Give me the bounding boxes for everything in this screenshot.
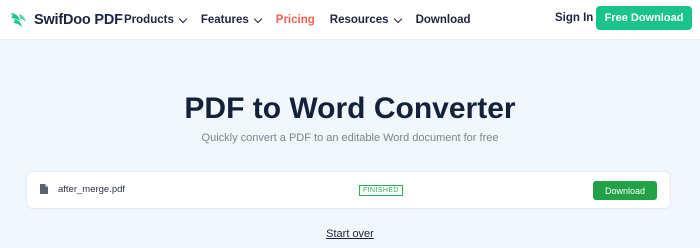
nav-features[interactable]: Features	[200, 14, 263, 26]
chevron-down-icon	[178, 14, 188, 23]
chevron-down-icon	[253, 14, 263, 23]
status-badge: FINISHED	[359, 185, 403, 196]
file-row: after_merge.pdf FINISHED Download	[26, 171, 671, 209]
top-navbar: SwifDoo PDF Products Features Pricing Re…	[0, 0, 700, 40]
start-over-link[interactable]: Start over	[326, 228, 374, 240]
file-name: after_merge.pdf	[58, 184, 126, 195]
page-title: PDF to Word Converter	[184, 92, 516, 125]
nav-products-label: Products	[124, 14, 174, 26]
download-button[interactable]: Download	[593, 181, 657, 200]
main-nav: Products Features Pricing Resources Down…	[124, 0, 486, 40]
nav-features-label: Features	[200, 14, 249, 26]
nav-products[interactable]: Products	[124, 14, 188, 26]
nav-resources[interactable]: Resources	[329, 14, 402, 26]
nav-pricing-label: Pricing	[275, 14, 315, 26]
swifdoo-logo-icon	[10, 13, 26, 27]
nav-pricing[interactable]: Pricing	[276, 14, 315, 26]
nav-resources-label: Resources	[329, 14, 389, 26]
file-icon	[40, 184, 48, 194]
free-download-button[interactable]: Free Download	[596, 6, 692, 30]
nav-download-label: Download	[415, 14, 471, 26]
page-subtitle: Quickly convert a PDF to an editable Wor…	[201, 132, 499, 144]
brand-logo[interactable]: SwifDoo PDF	[8, 9, 123, 31]
chevron-down-icon	[393, 14, 402, 23]
nav-download[interactable]: Download	[416, 14, 471, 26]
sign-in-link[interactable]: Sign In	[555, 12, 593, 24]
start-over-container: Start over	[0, 228, 700, 240]
brand-name: SwifDoo PDF	[34, 12, 123, 28]
